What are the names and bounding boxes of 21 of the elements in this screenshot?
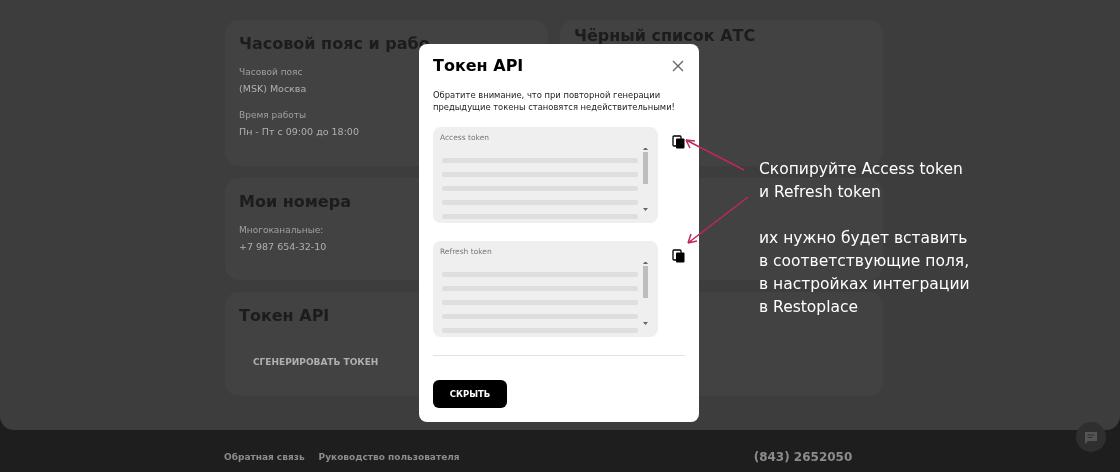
annotation-text: Скопируйте Access token и Refresh token bbox=[759, 159, 963, 204]
field-label: Многоканальные: bbox=[239, 225, 324, 235]
notice-text: Обратите внимание, что при повторной генерации предыдущие токены становятся недействительными! bbox=[433, 89, 676, 114]
copy-icon[interactable] bbox=[672, 135, 686, 150]
hide-button[interactable]: СКРЫТЬ bbox=[433, 380, 507, 408]
footer-link[interactable]: Руководство пользователя bbox=[318, 452, 460, 462]
phone-number: (843) 2652050 bbox=[753, 450, 853, 464]
dialog-title: Токен API bbox=[433, 56, 524, 75]
pointer-arrow bbox=[686, 195, 750, 245]
field-value: Пн - Пт с 09:00 до 18:00 bbox=[239, 126, 359, 137]
copy-icon[interactable] bbox=[672, 249, 686, 264]
annotation-text: их нужно будет вставить в соответствующие поля, в настройках интеграции в Restoplace bbox=[759, 227, 970, 319]
field-value: +7 987 654-32-10 bbox=[239, 241, 327, 252]
field-label: Время работы bbox=[239, 110, 307, 120]
close-button[interactable] bbox=[671, 58, 685, 73]
generate-token-button[interactable]: СГЕНЕРИРОВАТЬ ТОКЕН bbox=[253, 357, 379, 367]
chat-icon bbox=[1084, 430, 1098, 444]
pointer-arrow bbox=[684, 138, 746, 172]
field-label: Часовой пояс bbox=[239, 67, 303, 77]
footer-link[interactable]: Обратная связь bbox=[224, 452, 305, 462]
field-value: (MSK) Москва bbox=[239, 83, 307, 94]
